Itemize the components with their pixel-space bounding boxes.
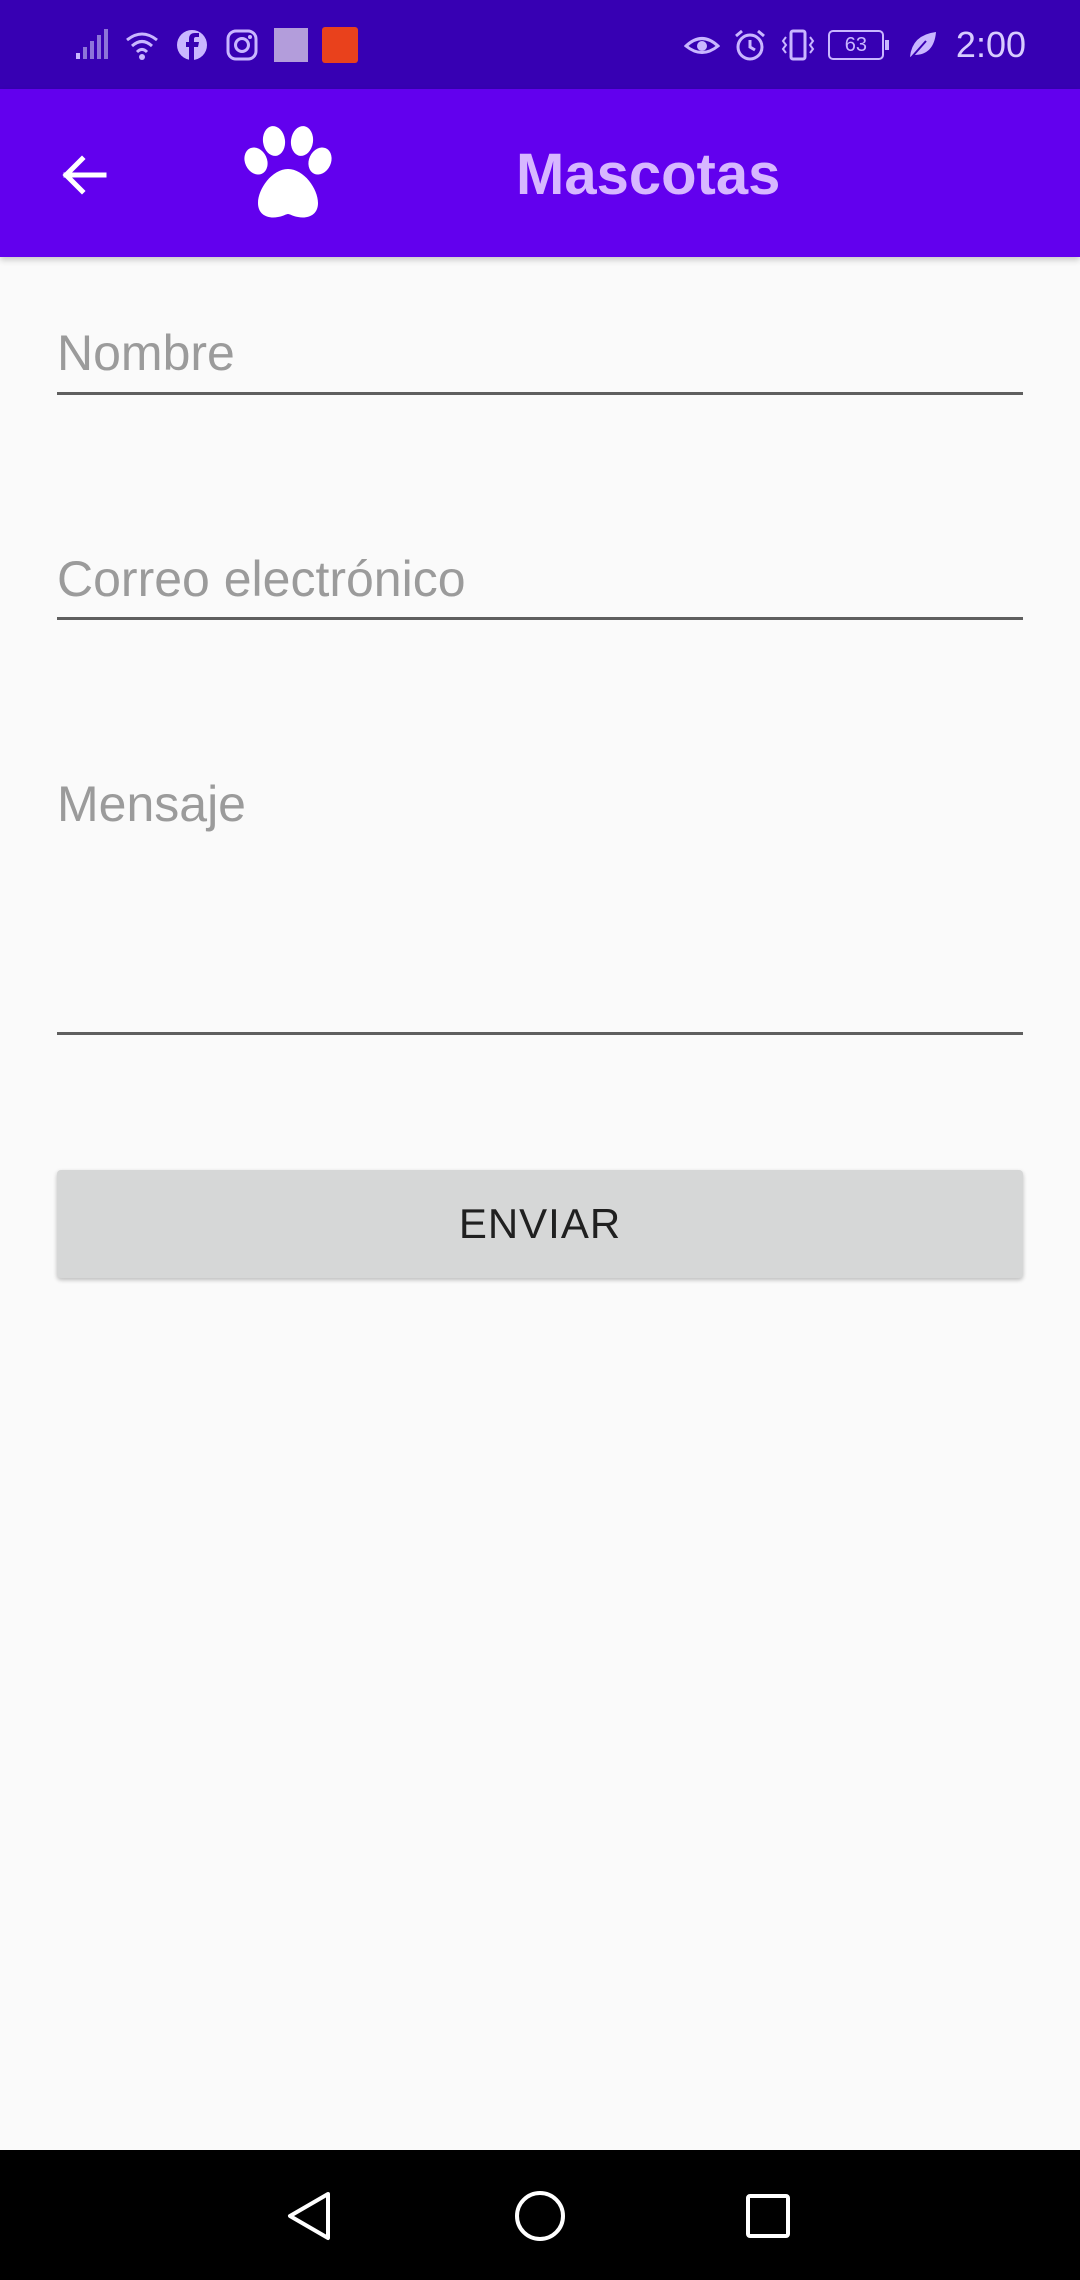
nav-recent-icon xyxy=(746,2194,790,2238)
battery-icon: 63 xyxy=(827,30,889,60)
nombre-underline xyxy=(57,392,1023,395)
app-bar: Mascotas xyxy=(0,89,1080,257)
send-button[interactable]: ENVIAR xyxy=(57,1170,1023,1278)
nombre-field[interactable]: Nombre xyxy=(57,300,1023,400)
status-right-icons: 63 2:00 xyxy=(683,24,1026,66)
square-notification-icon xyxy=(274,28,308,62)
alarm-icon xyxy=(732,27,768,63)
email-field[interactable]: Correo electrónico xyxy=(57,525,1023,625)
clock: 2:00 xyxy=(955,24,1026,65)
nav-recent-button[interactable] xyxy=(738,2186,798,2246)
signal-icon xyxy=(74,27,110,63)
mensaje-underline xyxy=(57,1032,1023,1035)
app-title: Mascotas xyxy=(516,142,781,207)
arrow-back-icon xyxy=(62,155,107,195)
system-nav-bar xyxy=(0,2150,1080,2280)
email-underline xyxy=(57,617,1023,620)
mensaje-field[interactable]: Mensaje xyxy=(57,750,1023,1040)
nav-back-icon xyxy=(288,2192,330,2240)
mensaje-hint: Mensaje xyxy=(57,776,246,832)
paw-icon xyxy=(244,126,332,218)
nav-home-button[interactable] xyxy=(510,2186,570,2246)
facebook-icon xyxy=(174,27,210,63)
status-bar: 63 2:00 xyxy=(0,0,1080,89)
back-button[interactable] xyxy=(48,139,120,211)
nombre-hint: Nombre xyxy=(57,325,235,381)
aliexpress-icon xyxy=(322,27,358,63)
status-left-icons xyxy=(74,24,358,66)
nav-back-button[interactable] xyxy=(280,2186,340,2246)
nav-home-icon xyxy=(515,2191,565,2241)
vibrate-icon xyxy=(780,27,816,63)
instagram-icon xyxy=(224,27,260,63)
wifi-icon xyxy=(124,27,160,63)
eye-comfort-icon xyxy=(683,27,720,63)
email-hint: Correo electrónico xyxy=(57,551,466,607)
leaf-icon xyxy=(904,27,940,63)
